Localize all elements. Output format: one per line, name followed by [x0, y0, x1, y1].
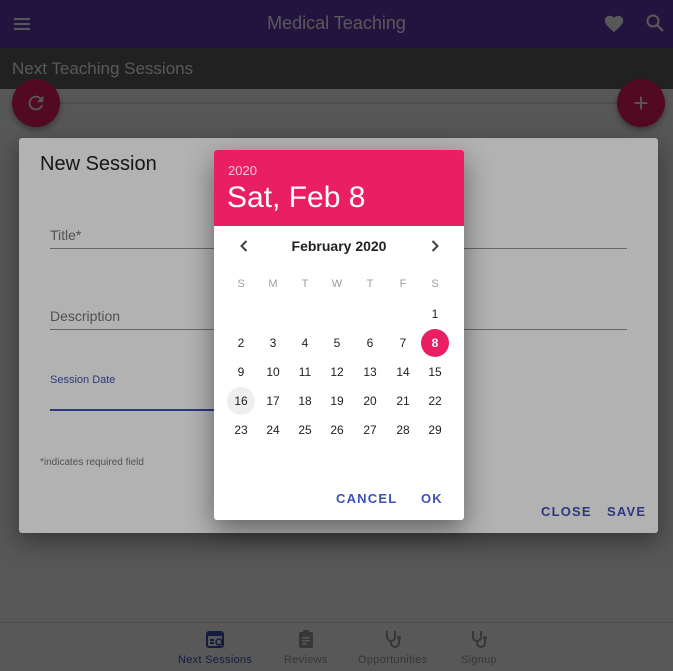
- day-cell[interactable]: 5: [323, 329, 351, 357]
- day-cell[interactable]: 22: [421, 387, 449, 415]
- picker-year[interactable]: 2020: [228, 163, 257, 178]
- day-cell[interactable]: 25: [291, 416, 319, 444]
- weekday-label: M: [268, 278, 278, 290]
- day-cell[interactable]: 15: [421, 358, 449, 386]
- cancel-button[interactable]: CANCEL: [336, 491, 397, 506]
- ok-button[interactable]: OK: [421, 491, 443, 506]
- day-cell[interactable]: 14: [389, 358, 417, 386]
- day-cell[interactable]: 16: [227, 387, 255, 415]
- weekday-label: W: [331, 278, 343, 290]
- day-cell[interactable]: 9: [227, 358, 255, 386]
- month-navigation: February 2020: [214, 234, 464, 258]
- day-selected[interactable]: 8: [421, 329, 449, 357]
- chevron-right-icon[interactable]: [425, 236, 445, 256]
- day-cell[interactable]: 12: [323, 358, 351, 386]
- date-picker: 2020 Sat, Feb 8 February 2020 SMTWTFS 12…: [214, 150, 464, 520]
- day-cell[interactable]: 26: [323, 416, 351, 444]
- weekday-label: S: [237, 278, 245, 290]
- day-cell[interactable]: 6: [356, 329, 384, 357]
- day-cell[interactable]: 1: [421, 300, 449, 328]
- day-cell[interactable]: 13: [356, 358, 384, 386]
- date-picker-header: 2020 Sat, Feb 8: [214, 150, 464, 226]
- day-cell[interactable]: 28: [389, 416, 417, 444]
- day-cell[interactable]: 20: [356, 387, 384, 415]
- day-cell[interactable]: 17: [259, 387, 287, 415]
- day-cell[interactable]: 11: [291, 358, 319, 386]
- day-cell[interactable]: 19: [323, 387, 351, 415]
- day-cell[interactable]: 7: [389, 329, 417, 357]
- day-cell[interactable]: 4: [291, 329, 319, 357]
- day-cell[interactable]: 3: [259, 329, 287, 357]
- picker-selected-date: Sat, Feb 8: [227, 181, 366, 214]
- weekday-label: T: [301, 278, 309, 290]
- weekday-label: T: [366, 278, 374, 290]
- day-cell[interactable]: 29: [421, 416, 449, 444]
- day-cell[interactable]: 18: [291, 387, 319, 415]
- day-cell[interactable]: 2: [227, 329, 255, 357]
- day-cell[interactable]: 23: [227, 416, 255, 444]
- day-cell[interactable]: 10: [259, 358, 287, 386]
- weekday-label: F: [399, 278, 407, 290]
- day-cell[interactable]: 21: [389, 387, 417, 415]
- day-cell[interactable]: 24: [259, 416, 287, 444]
- day-cell[interactable]: 27: [356, 416, 384, 444]
- weekday-label: S: [431, 278, 439, 290]
